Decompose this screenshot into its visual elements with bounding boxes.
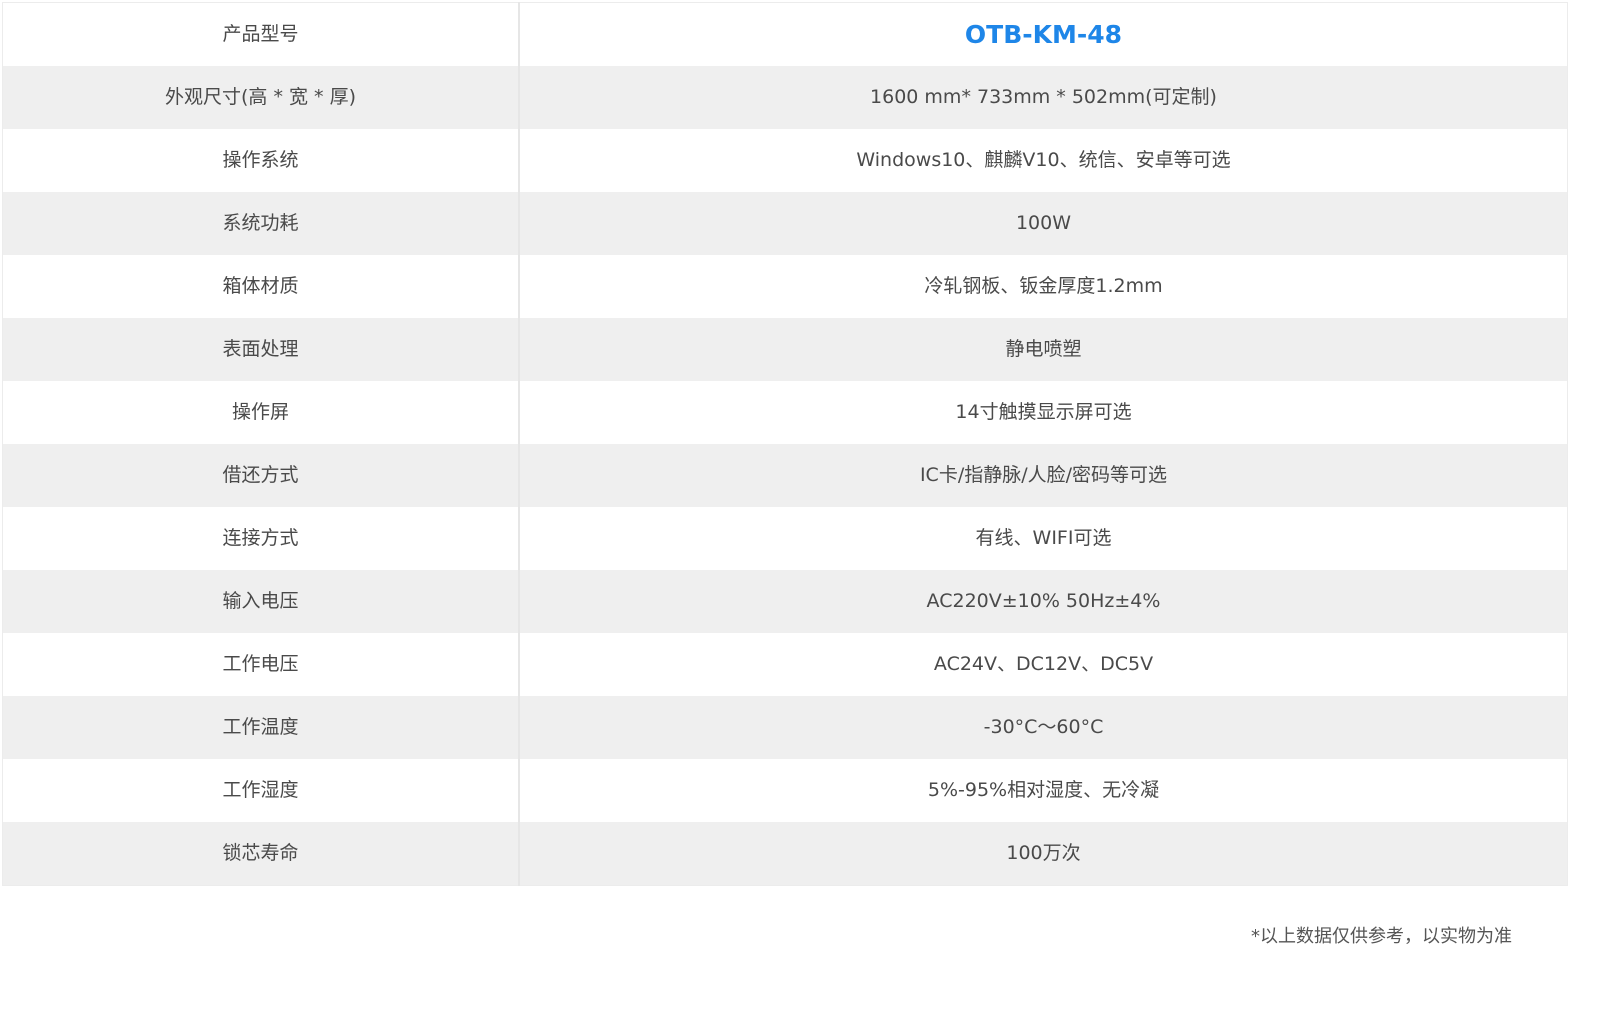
spec-row-os: 操作系统 Windows10、麒麟V10、统信、安卓等可选 [2, 129, 1568, 192]
spec-value: 14寸触摸显示屏可选 [519, 381, 1568, 444]
spec-value: 冷轧钢板、钣金厚度1.2mm [519, 255, 1568, 318]
spec-label: 操作系统 [2, 129, 520, 192]
spec-value: 1600 mm* 733mm * 502mm(可定制) [519, 66, 1568, 129]
spec-label: 外观尺寸(高 * 宽 * 厚) [2, 66, 520, 129]
spec-table: 产品型号 OTB-KM-48 外观尺寸(高 * 宽 * 厚) 1600 mm* … [2, 2, 1568, 886]
disclaimer-note: *以上数据仅供参考，以实物为准 [1251, 926, 1512, 947]
spec-label: 系统功耗 [2, 192, 520, 255]
spec-row-connection: 连接方式 有线、WIFI可选 [2, 507, 1568, 570]
spec-label: 连接方式 [2, 507, 520, 570]
spec-row-access-method: 借还方式 IC卡/指静脉/人脸/密码等可选 [2, 444, 1568, 507]
spec-row-finish: 表面处理 静电喷塑 [2, 318, 1568, 381]
spec-row-input-voltage: 输入电压 AC220V±10% 50Hz±4% [2, 570, 1568, 633]
spec-value: IC卡/指静脉/人脸/密码等可选 [519, 444, 1568, 507]
spec-value: -30°C～60°C [519, 696, 1568, 759]
spec-value: AC220V±10% 50Hz±4% [519, 570, 1568, 633]
spec-label: 产品型号 [2, 2, 520, 66]
spec-row-lock-life: 锁芯寿命 100万次 [2, 822, 1568, 886]
spec-row-model: 产品型号 OTB-KM-48 [2, 2, 1568, 66]
spec-value: AC24V、DC12V、DC5V [519, 633, 1568, 696]
spec-label: 表面处理 [2, 318, 520, 381]
spec-label: 借还方式 [2, 444, 520, 507]
spec-value: 静电喷塑 [519, 318, 1568, 381]
spec-value: 100万次 [519, 822, 1568, 886]
spec-label: 箱体材质 [2, 255, 520, 318]
spec-row-screen: 操作屏 14寸触摸显示屏可选 [2, 381, 1568, 444]
spec-label: 工作电压 [2, 633, 520, 696]
spec-label: 锁芯寿命 [2, 822, 520, 886]
spec-value: 100W [519, 192, 1568, 255]
spec-label: 工作温度 [2, 696, 520, 759]
spec-label: 工作湿度 [2, 759, 520, 822]
spec-label: 输入电压 [2, 570, 520, 633]
spec-label: 操作屏 [2, 381, 520, 444]
spec-row-working-voltage: 工作电压 AC24V、DC12V、DC5V [2, 633, 1568, 696]
spec-row-dimensions: 外观尺寸(高 * 宽 * 厚) 1600 mm* 733mm * 502mm(可… [2, 66, 1568, 129]
spec-row-temperature: 工作温度 -30°C～60°C [2, 696, 1568, 759]
spec-value: 有线、WIFI可选 [519, 507, 1568, 570]
spec-row-power: 系统功耗 100W [2, 192, 1568, 255]
spec-value: Windows10、麒麟V10、统信、安卓等可选 [519, 129, 1568, 192]
spec-row-humidity: 工作湿度 5%-95%相对湿度、无冷凝 [2, 759, 1568, 822]
spec-value: 5%-95%相对湿度、无冷凝 [519, 759, 1568, 822]
model-number: OTB-KM-48 [519, 2, 1568, 66]
spec-row-material: 箱体材质 冷轧钢板、钣金厚度1.2mm [2, 255, 1568, 318]
